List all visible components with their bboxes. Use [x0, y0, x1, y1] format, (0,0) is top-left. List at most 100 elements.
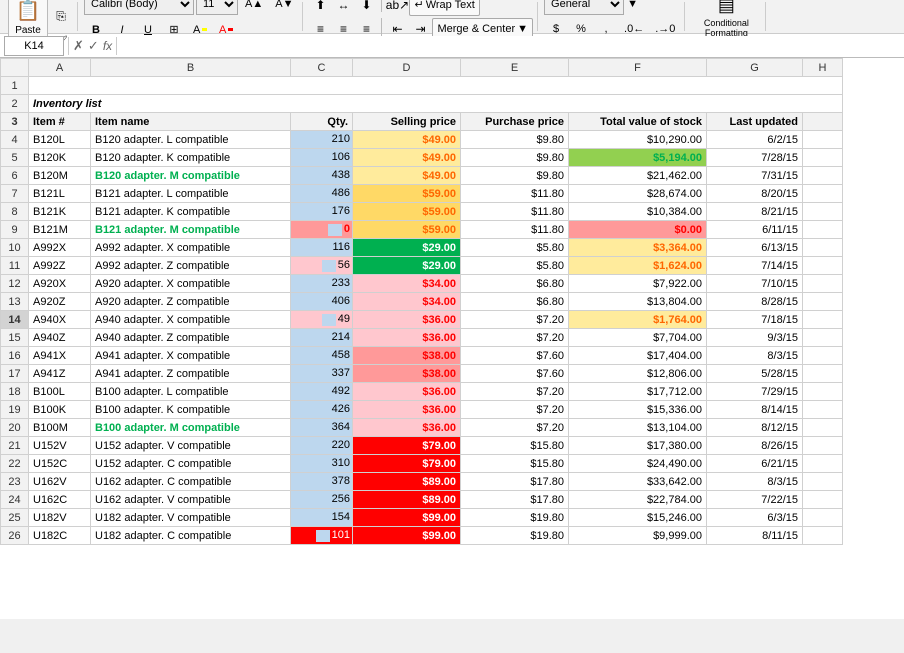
cell-h-15[interactable]: [803, 329, 843, 347]
cell-item-name-19[interactable]: B100 adapter. K compatible: [91, 401, 291, 419]
cell-total-17[interactable]: $12,806.00: [569, 365, 707, 383]
copy-button[interactable]: ⎘: [49, 5, 73, 29]
cell-item-num-21[interactable]: U152V: [29, 437, 91, 455]
cell-purchase-7[interactable]: $11.80: [461, 185, 569, 203]
cell-updated-7[interactable]: 8/20/15: [707, 185, 803, 203]
cell-selling-17[interactable]: $38.00: [353, 365, 461, 383]
cell-qty-26[interactable]: 101: [291, 527, 353, 545]
cell-selling-12[interactable]: $34.00: [353, 275, 461, 293]
number-format-select[interactable]: General: [544, 0, 624, 15]
cell-h-14[interactable]: [803, 311, 843, 329]
cell-h-4[interactable]: [803, 131, 843, 149]
cell-updated-23[interactable]: 8/3/15: [707, 473, 803, 491]
cell-qty-18[interactable]: 492: [291, 383, 353, 401]
cell-h-24[interactable]: [803, 491, 843, 509]
cell-updated-21[interactable]: 8/26/15: [707, 437, 803, 455]
cell-qty-10[interactable]: 116: [291, 239, 353, 257]
cell-item-name-14[interactable]: A940 adapter. X compatible: [91, 311, 291, 329]
cell-purchase-11[interactable]: $5.80: [461, 257, 569, 275]
confirm-icon[interactable]: ✓: [88, 38, 99, 54]
cell-purchase-6[interactable]: $9.80: [461, 167, 569, 185]
cell-selling-22[interactable]: $79.00: [353, 455, 461, 473]
cell-qty-20[interactable]: 364: [291, 419, 353, 437]
header-total[interactable]: Total value of stock: [569, 113, 707, 131]
row-header-12[interactable]: 12: [1, 275, 29, 293]
cell-total-8[interactable]: $10,384.00: [569, 203, 707, 221]
cell-selling-7[interactable]: $59.00: [353, 185, 461, 203]
cell-qty-13[interactable]: 406: [291, 293, 353, 311]
row-header-4[interactable]: 4: [1, 131, 29, 149]
cell-selling-13[interactable]: $34.00: [353, 293, 461, 311]
cell-updated-15[interactable]: 9/3/15: [707, 329, 803, 347]
cell-selling-18[interactable]: $36.00: [353, 383, 461, 401]
cell-item-num-14[interactable]: A940X: [29, 311, 91, 329]
cell-h-5[interactable]: [803, 149, 843, 167]
cell-h-7[interactable]: [803, 185, 843, 203]
increase-font-button[interactable]: A▲: [240, 0, 268, 16]
col-header-d[interactable]: D: [353, 59, 461, 77]
cell-item-num-25[interactable]: U182V: [29, 509, 91, 527]
row-header-21[interactable]: 21: [1, 437, 29, 455]
cell-updated-4[interactable]: 6/2/15: [707, 131, 803, 149]
cell-total-10[interactable]: $3,364.00: [569, 239, 707, 257]
cell-selling-14[interactable]: $36.00: [353, 311, 461, 329]
row-header-15[interactable]: 15: [1, 329, 29, 347]
cell-purchase-13[interactable]: $6.80: [461, 293, 569, 311]
cell-item-name-21[interactable]: U152 adapter. V compatible: [91, 437, 291, 455]
cell-total-21[interactable]: $17,380.00: [569, 437, 707, 455]
cell-item-num-10[interactable]: A992X: [29, 239, 91, 257]
cell-qty-21[interactable]: 220: [291, 437, 353, 455]
cell-item-num-5[interactable]: B120K: [29, 149, 91, 167]
cell-qty-16[interactable]: 458: [291, 347, 353, 365]
cell-item-name-24[interactable]: U162 adapter. V compatible: [91, 491, 291, 509]
cell-qty-9[interactable]: 0: [291, 221, 353, 239]
cell-purchase-20[interactable]: $7.20: [461, 419, 569, 437]
cell-updated-10[interactable]: 6/13/15: [707, 239, 803, 257]
cell-purchase-4[interactable]: $9.80: [461, 131, 569, 149]
cell-item-name-23[interactable]: U162 adapter. C compatible: [91, 473, 291, 491]
cell-selling-23[interactable]: $89.00: [353, 473, 461, 491]
cell-updated-16[interactable]: 8/3/15: [707, 347, 803, 365]
cell-selling-26[interactable]: $99.00: [353, 527, 461, 545]
cell-updated-24[interactable]: 7/22/15: [707, 491, 803, 509]
cell-h-16[interactable]: [803, 347, 843, 365]
cell-total-6[interactable]: $21,462.00: [569, 167, 707, 185]
cell-qty-24[interactable]: 256: [291, 491, 353, 509]
cell-updated-18[interactable]: 7/29/15: [707, 383, 803, 401]
cell-purchase-22[interactable]: $15.80: [461, 455, 569, 473]
row-header-17[interactable]: 17: [1, 365, 29, 383]
cell-h-20[interactable]: [803, 419, 843, 437]
cell-total-7[interactable]: $28,674.00: [569, 185, 707, 203]
cell-selling-25[interactable]: $99.00: [353, 509, 461, 527]
col-header-c[interactable]: C: [291, 59, 353, 77]
cell-h-12[interactable]: [803, 275, 843, 293]
row-header-16[interactable]: 16: [1, 347, 29, 365]
cell-purchase-16[interactable]: $7.60: [461, 347, 569, 365]
cell-purchase-5[interactable]: $9.80: [461, 149, 569, 167]
cell-item-name-8[interactable]: B121 adapter. K compatible: [91, 203, 291, 221]
cell-purchase-21[interactable]: $15.80: [461, 437, 569, 455]
cell-item-name-5[interactable]: B120 adapter. K compatible: [91, 149, 291, 167]
cell-total-25[interactable]: $15,246.00: [569, 509, 707, 527]
cell-item-name-16[interactable]: A941 adapter. X compatible: [91, 347, 291, 365]
cell-h-8[interactable]: [803, 203, 843, 221]
cell-item-name-20[interactable]: B100 adapter. M compatible: [91, 419, 291, 437]
row-header-2[interactable]: 2: [1, 95, 29, 113]
cell-updated-12[interactable]: 7/10/15: [707, 275, 803, 293]
cell-item-num-20[interactable]: B100M: [29, 419, 91, 437]
cell-purchase-26[interactable]: $19.80: [461, 527, 569, 545]
cell-selling-6[interactable]: $49.00: [353, 167, 461, 185]
cell-purchase-24[interactable]: $17.80: [461, 491, 569, 509]
cell-purchase-14[interactable]: $7.20: [461, 311, 569, 329]
formula-input[interactable]: [121, 36, 900, 56]
cell-h-13[interactable]: [803, 293, 843, 311]
row-header-5[interactable]: 5: [1, 149, 29, 167]
col-header-b[interactable]: B: [91, 59, 291, 77]
cell-item-name-7[interactable]: B121 adapter. L compatible: [91, 185, 291, 203]
cell-item-num-12[interactable]: A920X: [29, 275, 91, 293]
orientation-button[interactable]: ab↗: [386, 0, 408, 16]
cell-qty-5[interactable]: 106: [291, 149, 353, 167]
cell-updated-20[interactable]: 8/12/15: [707, 419, 803, 437]
cell-item-num-11[interactable]: A992Z: [29, 257, 91, 275]
align-top-button[interactable]: ⬆: [309, 0, 331, 16]
